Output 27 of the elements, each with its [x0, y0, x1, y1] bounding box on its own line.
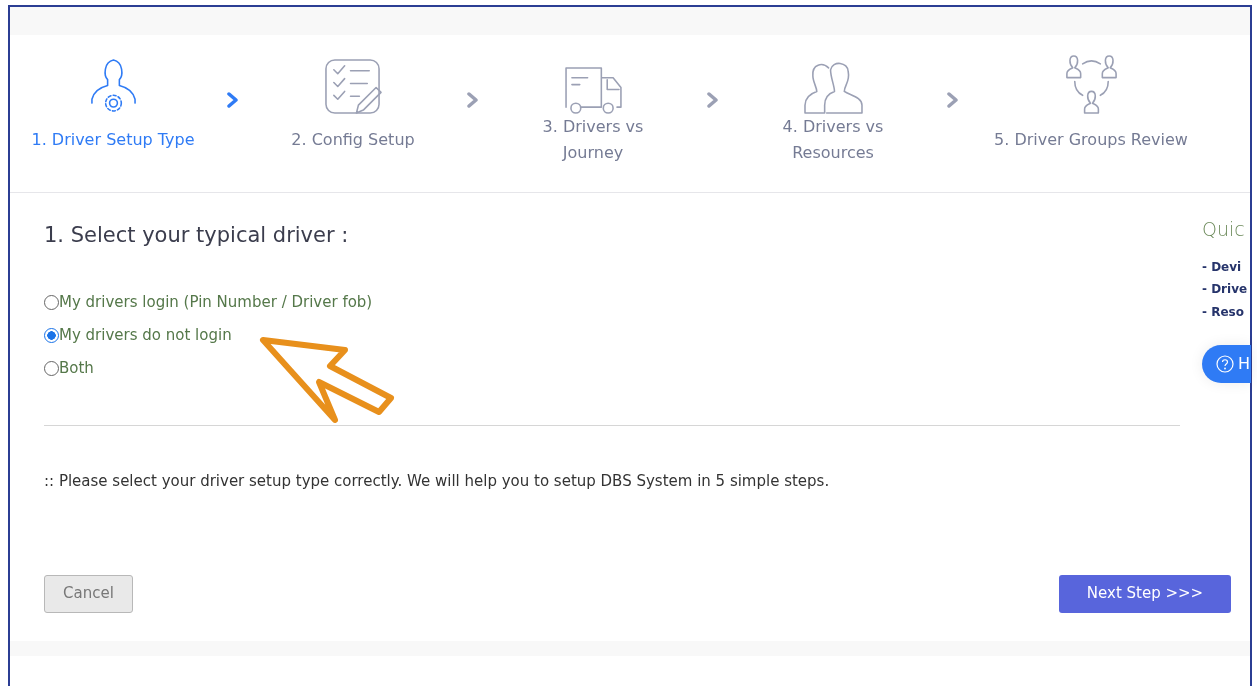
chevron-icon	[467, 92, 479, 108]
step-tab[interactable]: 1. Driver Setup Type	[31, 127, 195, 153]
question-icon	[1216, 355, 1234, 373]
next-step-button[interactable]: Next Step >>>	[1059, 574, 1231, 613]
help-link[interactable]: - Drive	[1202, 278, 1250, 301]
instruction-text: :: Please select your driver setup type correctly. We will help you to setup DBS System in 5 simple steps.	[44, 471, 831, 493]
question-title: 1. Select your typical driver :	[44, 223, 350, 249]
radio-button[interactable]	[44, 328, 59, 344]
radio-button[interactable]	[44, 361, 59, 377]
step-tab[interactable]: 3. Drivers vs Journey	[528, 114, 658, 166]
chevron-icon	[947, 92, 959, 108]
panel-title: Quic	[1202, 217, 1246, 242]
step-tab[interactable]: 2. Config Setup	[291, 127, 415, 153]
step-tab[interactable]: 5. Driver Groups Review	[994, 127, 1188, 153]
cancel-button[interactable]: Cancel	[44, 574, 133, 613]
help-link[interactable]: - Devi	[1202, 255, 1250, 278]
help-button[interactable]: H	[1202, 345, 1252, 383]
option-label[interactable]: My drivers login (Pin Number / Driver fob)	[59, 291, 373, 314]
chevron-icon	[227, 92, 239, 108]
help-link[interactable]: - Reso	[1202, 300, 1250, 323]
option-label[interactable]: My drivers do not login	[59, 324, 232, 347]
truck-icon	[563, 65, 623, 115]
option-label[interactable]: Both	[59, 357, 94, 380]
chevron-icon	[707, 92, 719, 108]
radio-button[interactable]	[44, 295, 59, 311]
checklist-icon	[323, 57, 383, 115]
step-tab[interactable]: 4. Drivers vs Resources	[768, 114, 898, 166]
